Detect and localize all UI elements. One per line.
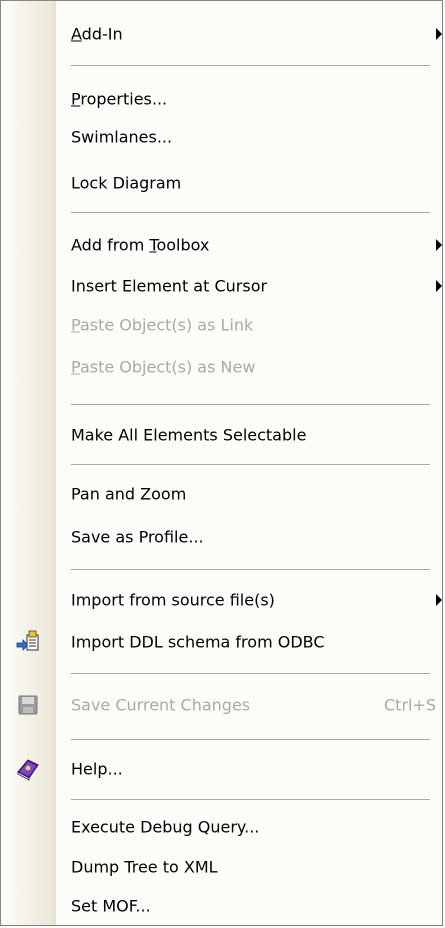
menu-item-label: Dump Tree to XML xyxy=(71,857,218,877)
menu-item-lock-diagram[interactable]: Lock Diagram xyxy=(1,164,442,202)
menu-item-label: Save Current Changes xyxy=(71,695,251,715)
menu-item-paste-as-new: Paste Object(s) as New xyxy=(1,348,442,386)
menu-item-import-ddl-schema[interactable]: Import DDL schema from ODBC xyxy=(1,623,442,661)
menu-item-label: Help... xyxy=(71,759,123,779)
context-menu: Add-In Properties... Swimlanes... Lock D… xyxy=(0,0,443,926)
menu-item-label: Lock Diagram xyxy=(71,173,182,193)
menu-item-label: Insert Element at Cursor xyxy=(71,276,268,296)
menu-item-label: Execute Debug Query... xyxy=(71,817,260,837)
menu-item-swimlanes[interactable]: Swimlanes... xyxy=(1,118,442,156)
submenu-arrow-icon xyxy=(436,594,442,606)
menu-item-label: Paste Object(s) as Link xyxy=(71,315,254,335)
submenu-arrow-icon xyxy=(436,239,442,251)
menu-item-save-current-changes: Save Current Changes Ctrl+S xyxy=(1,686,442,724)
menu-item-execute-debug-query[interactable]: Execute Debug Query... xyxy=(1,808,442,846)
menu-item-pan-and-zoom[interactable]: Pan and Zoom xyxy=(1,475,442,513)
shortcut-text: Ctrl+S xyxy=(384,695,437,715)
menu-item-add-from-toolbox[interactable]: Add from Toolbox xyxy=(1,226,442,264)
separator xyxy=(71,673,430,674)
menu-item-label: Paste Object(s) as New xyxy=(71,357,256,377)
help-book-icon xyxy=(15,756,41,782)
submenu-arrow-icon xyxy=(436,280,442,292)
import-ddl-icon xyxy=(15,629,41,655)
separator xyxy=(71,212,430,213)
save-disk-icon xyxy=(15,692,41,718)
menu-item-label: Pan and Zoom xyxy=(71,484,187,504)
menu-item-label: Add from Toolbox xyxy=(71,235,210,255)
menu-item-label: Swimlanes... xyxy=(71,127,173,147)
separator xyxy=(71,569,430,570)
menu-item-import-from-source[interactable]: Import from source file(s) xyxy=(1,581,442,619)
menu-item-add-in[interactable]: Add-In xyxy=(1,15,442,53)
menu-item-label: Make All Elements Selectable xyxy=(71,425,307,445)
menu-item-label: Save as Profile... xyxy=(71,527,204,547)
menu-item-properties[interactable]: Properties... xyxy=(1,80,442,118)
menu-item-label: Add-In xyxy=(71,24,123,44)
menu-item-help[interactable]: Help... xyxy=(1,750,442,788)
separator xyxy=(71,65,430,66)
separator xyxy=(71,739,430,740)
separator xyxy=(71,799,430,800)
menu-item-label: Import DDL schema from ODBC xyxy=(71,632,325,652)
menu-item-label: Import from source file(s) xyxy=(71,590,275,610)
menu-item-label: Set MOF... xyxy=(71,896,151,916)
separator xyxy=(71,464,430,465)
menu-item-insert-element-at-cursor[interactable]: Insert Element at Cursor xyxy=(1,267,442,305)
menu-item-save-as-profile[interactable]: Save as Profile... xyxy=(1,518,442,556)
submenu-arrow-icon xyxy=(436,28,442,40)
menu-item-set-mof[interactable]: Set MOF... xyxy=(1,887,442,925)
menu-item-paste-as-link: Paste Object(s) as Link xyxy=(1,306,442,344)
menu-item-label: Properties... xyxy=(71,89,168,109)
menu-item-make-all-selectable[interactable]: Make All Elements Selectable xyxy=(1,416,442,454)
menu-item-dump-tree-to-xml[interactable]: Dump Tree to XML xyxy=(1,848,442,886)
separator xyxy=(71,404,430,405)
